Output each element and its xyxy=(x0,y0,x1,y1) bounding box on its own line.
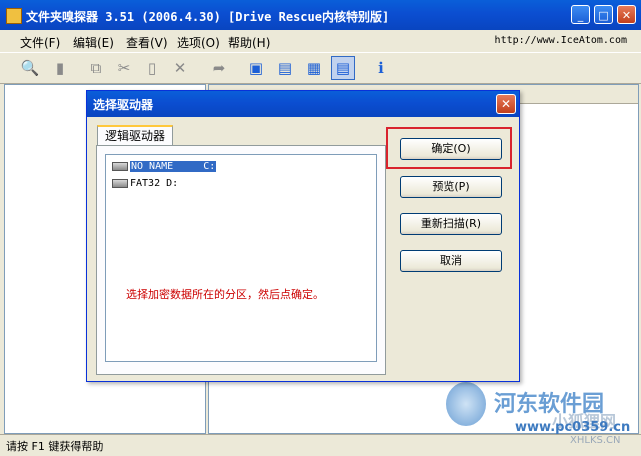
menu-bar: 文件(F) 编辑(E) 查看(V) 选项(O) 帮助(H) http://www… xyxy=(0,30,641,52)
window-title: 文件夹嗅探器 3.51 (2006.4.30) [Drive Rescue内核特… xyxy=(26,10,390,24)
preview-button[interactable]: 预览(P) xyxy=(400,176,502,198)
watermark-url: www.pc0359.cn xyxy=(515,420,631,435)
cancel-button[interactable]: 取消 xyxy=(400,250,502,272)
dialog-title: 选择驱动器 xyxy=(93,98,154,112)
drive-icon xyxy=(112,161,128,171)
status-bar: 请按 F1 键获得帮助 xyxy=(0,434,641,456)
select-drive-dialog: 选择驱动器 ✕ 逻辑驱动器 NO NAME C: FAT32 D: 选择加密数据… xyxy=(86,90,520,382)
menu-options[interactable]: 选项(O) xyxy=(177,34,220,51)
watermark-site: XHLKS.CN xyxy=(570,435,621,446)
menu-file[interactable]: 文件(F) xyxy=(20,34,60,51)
tab-logical-drives[interactable]: 逻辑驱动器 xyxy=(97,125,173,147)
drive-letter: C: xyxy=(203,160,216,172)
export-icon[interactable]: ➦ xyxy=(207,56,231,80)
instruction-text: 选择加密数据所在的分区，然后点确定。 xyxy=(126,288,324,301)
title-bar[interactable]: 文件夹嗅探器 3.51 (2006.4.30) [Drive Rescue内核特… xyxy=(0,0,641,30)
view-list-icon[interactable]: ▦ xyxy=(302,56,326,80)
website-link[interactable]: http://www.IceAtom.com xyxy=(495,35,627,46)
menu-help[interactable]: 帮助(H) xyxy=(228,34,270,51)
dialog-close-button[interactable]: ✕ xyxy=(496,94,516,114)
cut-icon[interactable]: ✂ xyxy=(112,56,136,80)
delete-icon[interactable]: ✕ xyxy=(168,56,192,80)
search-icon[interactable]: 🔍 xyxy=(18,56,42,80)
status-text: 请按 F1 键获得帮助 xyxy=(6,440,104,453)
menu-view[interactable]: 查看(V) xyxy=(126,34,168,51)
drive-icon xyxy=(112,178,128,188)
copy-icon[interactable]: ⧉ xyxy=(84,56,108,80)
toolbar: 🔍 ▮ ⧉ ✂ ▯ ✕ ➦ ▣ ▤ ▦ ▤ ℹ xyxy=(0,52,641,84)
paste-icon[interactable]: ▯ xyxy=(140,56,164,80)
drive-item-c[interactable]: NO NAME C: xyxy=(112,159,217,173)
watermark-logo-icon xyxy=(446,382,486,426)
close-button[interactable]: ✕ xyxy=(617,5,636,24)
maximize-button[interactable]: □ xyxy=(594,5,613,24)
ok-button[interactable]: 确定(O) xyxy=(400,138,502,160)
view-large-icon[interactable]: ▣ xyxy=(244,56,268,80)
app-icon xyxy=(6,8,22,24)
drive-name: NO NAME xyxy=(131,160,174,172)
rescan-button[interactable]: 重新扫描(R) xyxy=(400,213,502,235)
dialog-title-bar[interactable]: 选择驱动器 ✕ xyxy=(87,91,519,117)
drive-item-d[interactable]: FAT32 D: xyxy=(112,176,178,190)
drive-letter: D: xyxy=(166,177,179,189)
info-icon[interactable]: ℹ xyxy=(369,56,393,80)
view-detail-icon[interactable]: ▤ xyxy=(331,56,355,80)
drive-list[interactable]: NO NAME C: FAT32 D: 选择加密数据所在的分区，然后点确定。 xyxy=(105,154,377,362)
tab-page: NO NAME C: FAT32 D: 选择加密数据所在的分区，然后点确定。 xyxy=(96,145,386,375)
document-icon[interactable]: ▮ xyxy=(48,56,72,80)
drive-name: FAT32 xyxy=(130,177,161,189)
menu-edit[interactable]: 编辑(E) xyxy=(73,34,114,51)
view-small-icon[interactable]: ▤ xyxy=(273,56,297,80)
minimize-button[interactable]: _ xyxy=(571,5,590,24)
